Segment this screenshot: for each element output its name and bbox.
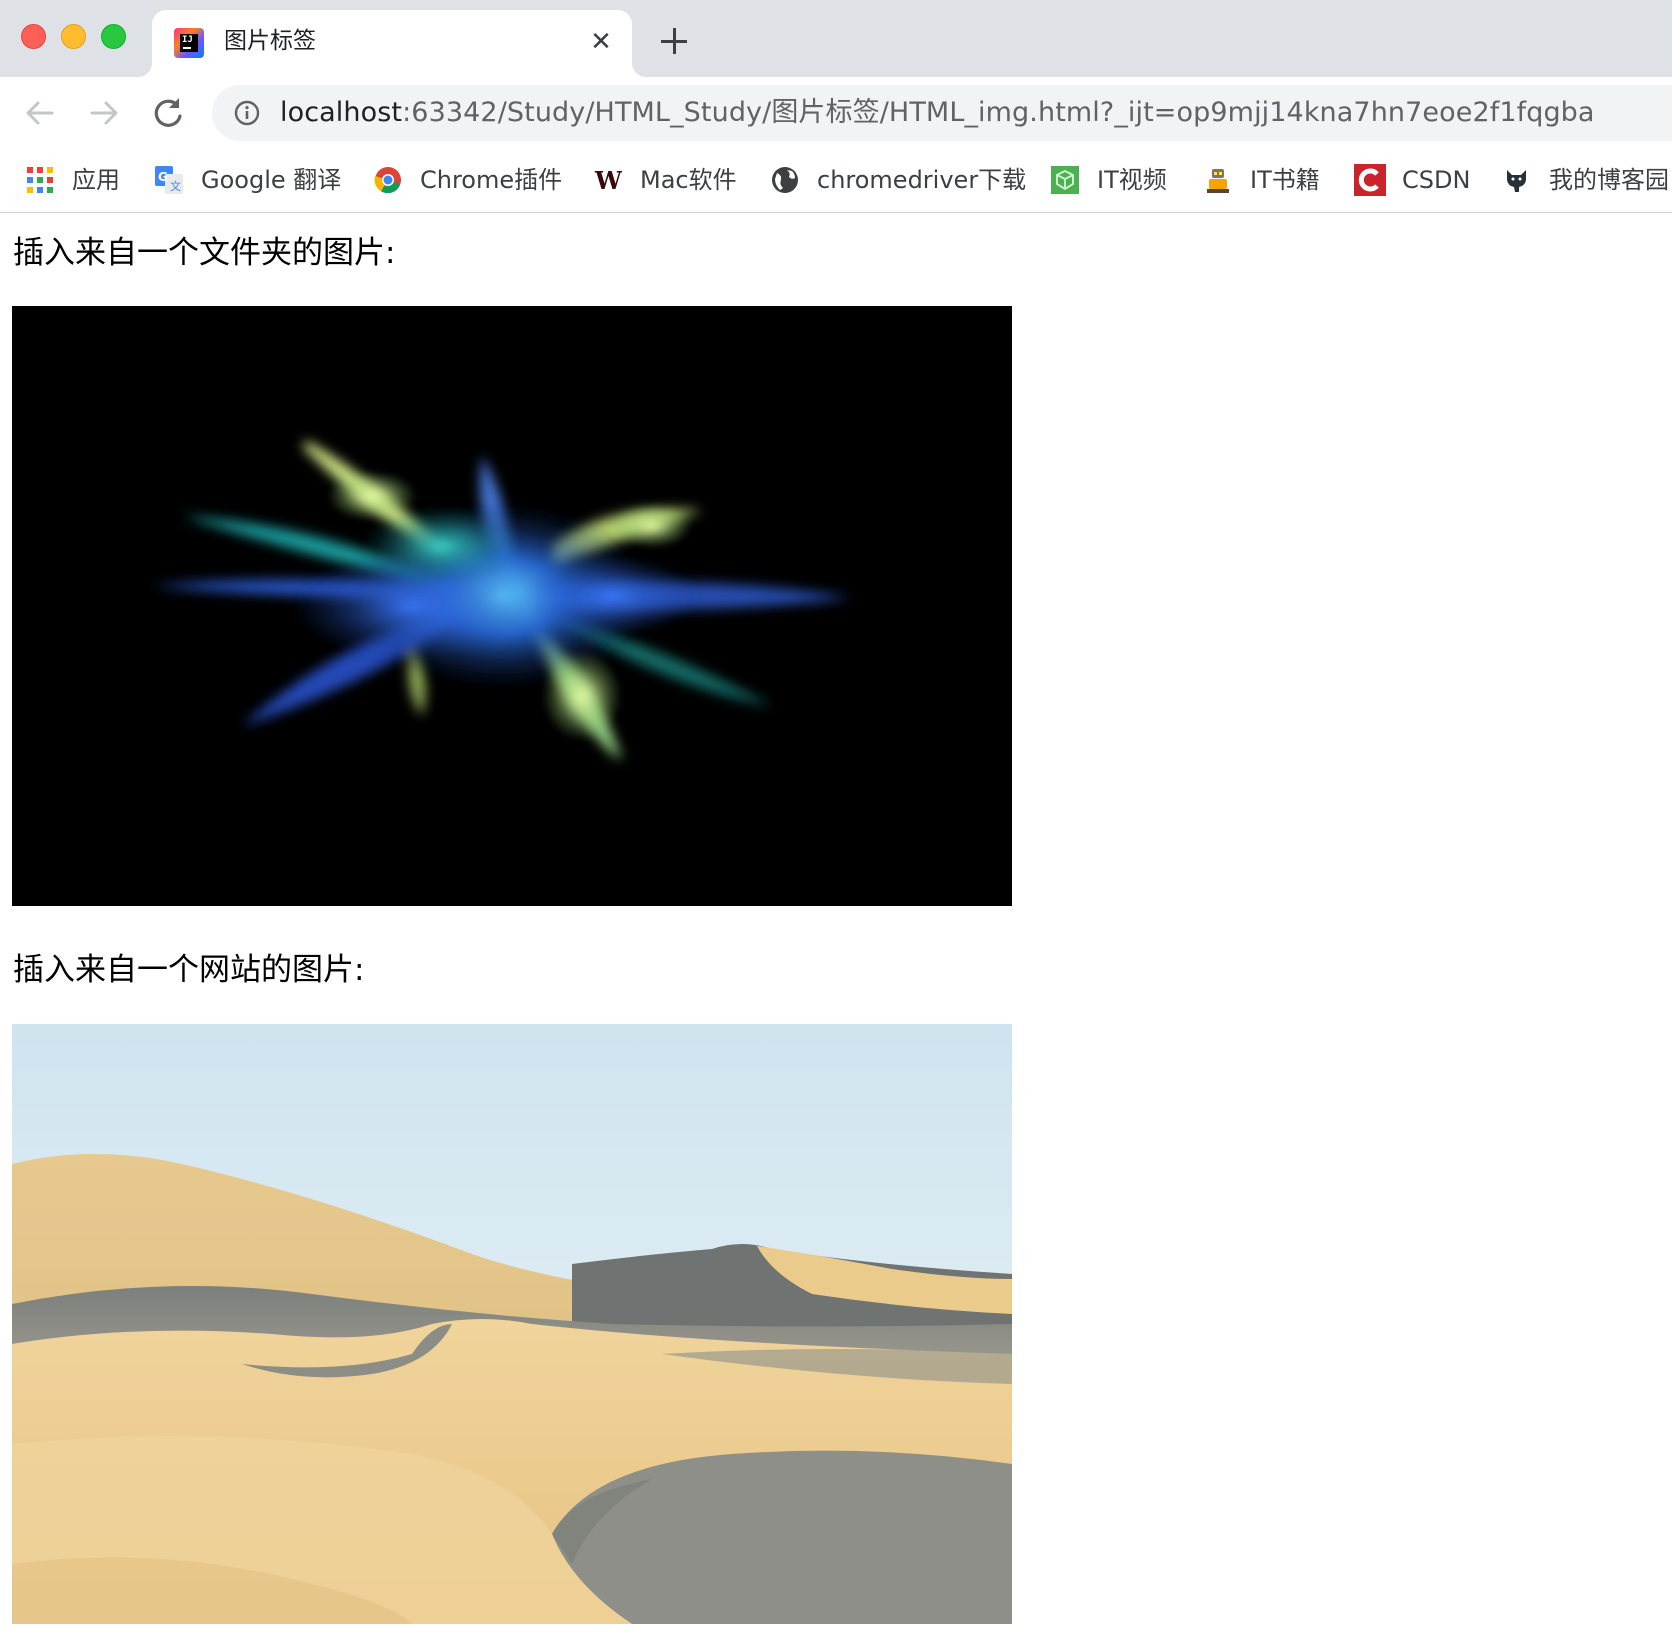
svg-text:W: W (594, 166, 622, 194)
robot-icon (1207, 169, 1229, 193)
bookmark-label: Chrome插件 (420, 166, 563, 194)
new-tab-button[interactable] (659, 26, 691, 58)
svg-text:G: G (158, 170, 168, 184)
color-burst-image (12, 306, 1012, 906)
page-content: 插入来自一个文件夹的图片: 插入来自一个网站的图片: (0, 213, 1672, 1652)
bookmark-label: 我的博客园 (1549, 166, 1669, 194)
apps-grid-icon (27, 167, 53, 193)
back-button[interactable] (18, 91, 62, 135)
heading-folder-image: 插入来自一个文件夹的图片: (13, 235, 396, 271)
globe-icon (772, 167, 798, 193)
url-path: :63342/Study/HTML_Study/图片标签/HTML_img.ht… (402, 97, 1595, 128)
svg-text:文: 文 (170, 179, 181, 193)
bookmark-label: 应用 (72, 166, 120, 194)
bookmark-label: Mac软件 (640, 166, 737, 194)
minimize-window-button[interactable] (61, 24, 86, 49)
cat-icon (1507, 170, 1526, 192)
reload-icon (154, 98, 182, 127)
bookmark-label: IT书籍 (1250, 166, 1320, 194)
tab-strip: IJ 图片标签 ✕ (0, 0, 1672, 77)
close-window-button[interactable] (21, 24, 46, 49)
google-translate-icon: G 文 (155, 166, 183, 194)
tab-close-icon[interactable]: ✕ (588, 29, 614, 55)
chrome-icon (374, 167, 401, 194)
arrow-left-icon (26, 101, 54, 125)
info-icon[interactable] (234, 100, 260, 126)
green-cube-icon (1051, 166, 1079, 194)
active-tab[interactable]: IJ 图片标签 ✕ (152, 10, 632, 77)
address-bar[interactable]: localhost:63342/Study/HTML_Study/图片标签/HT… (212, 85, 1672, 141)
bookmark-label: Google 翻译 (201, 166, 342, 194)
arrow-right-icon (90, 101, 118, 125)
url-text[interactable]: localhost:63342/Study/HTML_Study/图片标签/HT… (280, 85, 1595, 141)
bookmark-label: CSDN (1402, 166, 1471, 194)
csdn-icon (1354, 164, 1386, 196)
bookmarks-bar: 应用 G 文 Google 翻译 Chrome插件 W Mac软件 chrome… (0, 149, 1672, 213)
intellij-icon: IJ (174, 28, 204, 58)
reload-button[interactable] (146, 91, 190, 135)
tab-title: 图片标签 (224, 28, 316, 54)
zoom-window-button[interactable] (101, 24, 126, 49)
browser-toolbar: localhost:63342/Study/HTML_Study/图片标签/HT… (0, 77, 1672, 149)
bookmark-label: IT视频 (1097, 166, 1167, 194)
desert-dunes-graphic (12, 1024, 1012, 1624)
forward-button[interactable] (82, 91, 126, 135)
heading-website-image: 插入来自一个网站的图片: (13, 952, 365, 988)
w-logo-icon: W (594, 166, 622, 194)
bookmark-label: chromedriver下载 (817, 166, 1027, 194)
color-burst-graphic (12, 306, 1012, 906)
desert-dunes-image (12, 1024, 1012, 1624)
url-host: localhost (280, 97, 403, 128)
